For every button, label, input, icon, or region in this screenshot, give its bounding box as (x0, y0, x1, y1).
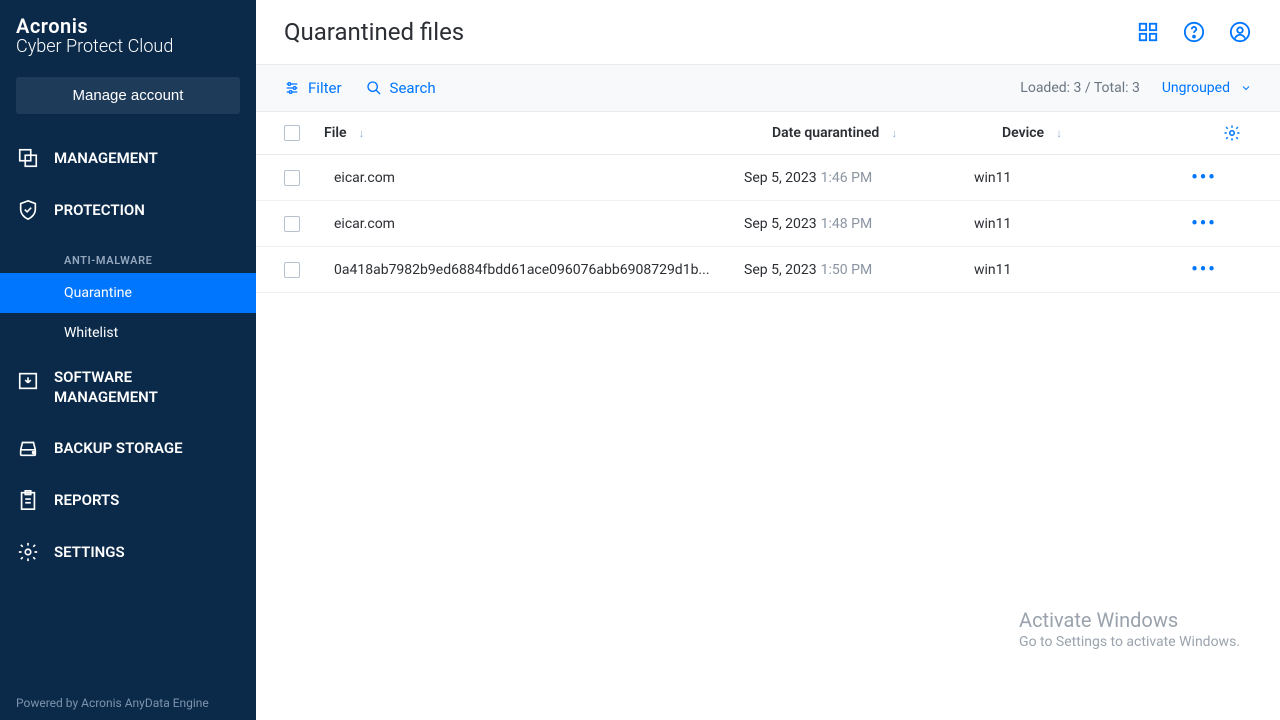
nav-label: MANAGEMENT (54, 149, 158, 167)
nav-label: REPORTS (54, 491, 119, 509)
account-icon[interactable] (1228, 20, 1252, 44)
manage-account-button[interactable]: Manage account (16, 77, 240, 114)
table-row[interactable]: eicar.com Sep 5, 20231:46 PM win11 ••• (256, 155, 1280, 201)
sort-arrow-icon: ↓ (1056, 126, 1062, 140)
nav-label: SETTINGS (54, 543, 125, 561)
cell-date: Sep 5, 20231:48 PM (744, 216, 974, 232)
column-header-file[interactable]: File ↓ (324, 125, 772, 141)
app-root: Acronis Cyber Protect Cloud Manage accou… (0, 0, 1280, 720)
nav-management[interactable]: MANAGEMENT (0, 132, 256, 184)
nav-label: PROTECTION (54, 201, 145, 219)
cell-file: eicar.com (324, 170, 744, 186)
grouping-label: Ungrouped (1162, 80, 1230, 96)
sort-arrow-icon: ↓ (891, 126, 897, 140)
table-row[interactable]: eicar.com Sep 5, 20231:48 PM win11 ••• (256, 201, 1280, 247)
nav-section-antimalware: ANTI-MALWARE (0, 236, 256, 273)
nav-software-management[interactable]: SOFTWARE MANAGEMENT (0, 353, 256, 422)
chevron-down-icon (1240, 82, 1252, 94)
nav-reports[interactable]: REPORTS (0, 474, 256, 526)
cell-file: 0a418ab7982b9ed6884fbdd61ace096076abb690… (324, 262, 744, 278)
cell-device: win11 (974, 216, 1184, 232)
row-actions-button[interactable]: ••• (1191, 259, 1216, 280)
table-row[interactable]: 0a418ab7982b9ed6884fbdd61ace096076abb690… (256, 247, 1280, 293)
cell-device: win11 (974, 170, 1184, 186)
loaded-total-text: Loaded: 3 / Total: 3 (1020, 80, 1140, 96)
clipboard-icon (16, 488, 40, 512)
brand-line1: Acronis (16, 14, 240, 38)
nav-settings[interactable]: SETTINGS (0, 526, 256, 578)
toolbar: Filter Search Loaded: 3 / Total: 3 Ungro… (256, 65, 1280, 112)
cell-device: win11 (974, 262, 1184, 278)
brand-block: Acronis Cyber Protect Cloud (0, 0, 256, 67)
gear-icon (1223, 124, 1241, 142)
row-actions-button[interactable]: ••• (1191, 167, 1216, 188)
table-header: File ↓ Date quarantined ↓ Device ↓ (256, 112, 1280, 155)
stack-icon (16, 146, 40, 170)
sort-arrow-icon: ↓ (359, 126, 365, 140)
row-checkbox[interactable] (284, 216, 300, 232)
page-header: Quarantined files (256, 0, 1280, 65)
header-icon-group (1136, 20, 1252, 44)
page-title: Quarantined files (284, 18, 464, 46)
disk-icon (16, 436, 40, 460)
gear-icon (16, 540, 40, 564)
cell-date: Sep 5, 20231:46 PM (744, 170, 974, 186)
nav-protection[interactable]: PROTECTION (0, 184, 256, 236)
row-checkbox[interactable] (284, 262, 300, 278)
help-icon[interactable] (1182, 20, 1206, 44)
download-box-icon (16, 369, 40, 393)
nav-label: BACKUP STORAGE (54, 439, 183, 457)
nav-sub-quarantine[interactable]: Quarantine (0, 273, 256, 313)
nav-sub-whitelist[interactable]: Whitelist (0, 313, 256, 353)
select-all-checkbox[interactable] (284, 125, 300, 141)
nav-label: MANAGEMENT (54, 387, 158, 407)
row-actions-button[interactable]: ••• (1191, 213, 1216, 234)
search-button[interactable]: Search (366, 79, 436, 97)
nav-backup-storage[interactable]: BACKUP STORAGE (0, 422, 256, 474)
shield-check-icon (16, 198, 40, 222)
filter-label: Filter (308, 79, 342, 97)
row-checkbox[interactable] (284, 170, 300, 186)
cell-file: eicar.com (324, 216, 744, 232)
nav-label: SOFTWARE (54, 367, 158, 387)
sliders-icon (284, 80, 300, 96)
filter-button[interactable]: Filter (284, 79, 342, 97)
sidebar: Acronis Cyber Protect Cloud Manage accou… (0, 0, 256, 720)
column-header-device[interactable]: Device ↓ (1002, 125, 1212, 141)
main-content: Quarantined files Filter (256, 0, 1280, 720)
grouping-dropdown[interactable]: Ungrouped (1162, 80, 1252, 96)
search-label: Search (390, 79, 436, 97)
brand-line2: Cyber Protect Cloud (16, 36, 240, 57)
sidebar-footer: Powered by Acronis AnyData Engine (16, 696, 209, 710)
windows-activation-watermark: Activate Windows Go to Settings to activ… (1019, 608, 1240, 650)
apps-grid-icon[interactable] (1136, 20, 1160, 44)
table-settings-button[interactable] (1212, 124, 1252, 142)
search-icon (366, 80, 382, 96)
column-header-date[interactable]: Date quarantined ↓ (772, 125, 1002, 141)
cell-date: Sep 5, 20231:50 PM (744, 262, 974, 278)
